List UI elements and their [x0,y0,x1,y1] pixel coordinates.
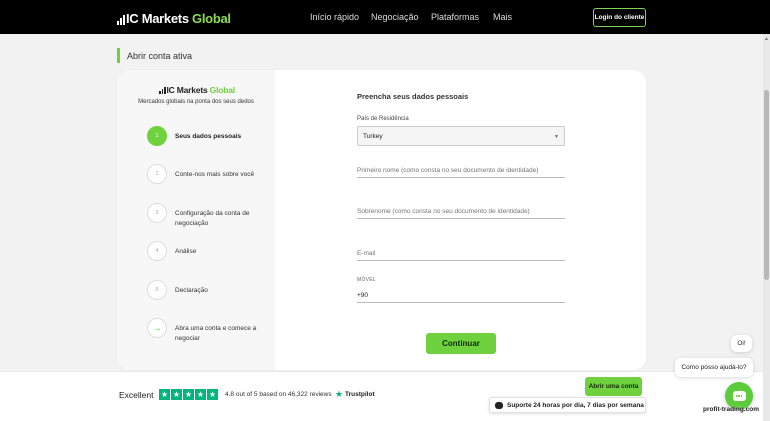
step-number: 1 [147,126,167,146]
step-account-config: 3 Configuração da conta de negociação [147,203,263,228]
page-title: Abrir conta ativa [127,51,193,61]
nav-link-platforms[interactable]: Plataformas [431,12,479,22]
star-icon: ★ [171,389,182,400]
trust-footer [0,371,763,421]
step-label: Configuração da conta de negociação [175,210,250,227]
tagline: Mercados globais na ponta dos seus dedos [138,99,254,105]
logo-bars-icon [159,87,166,94]
brand-logo[interactable]: IC Markets Global [117,10,231,25]
logo-bars-icon [117,13,125,25]
email-input[interactable] [357,247,565,261]
chat-greeting-bubble[interactable]: Oi! [731,335,752,352]
nav-link-trading[interactable]: Negociação [371,12,419,22]
step-open-account: → Abra uma conta e comece a negociar [147,318,263,343]
step-label: Análise [175,248,197,255]
star-icon: ★ [207,389,218,400]
card-brand-logo: IC Markets Global [159,86,235,94]
chevron-down-icon: ▼ [554,134,559,140]
step-label: Seus dados pessoais [175,133,242,140]
mobile-label: MÓVEL [357,277,377,283]
step-number: 2 [147,164,167,184]
scrollbar-thumb[interactable] [764,90,769,280]
chat-icon [732,391,746,401]
first-name-input[interactable] [357,164,565,178]
step-label: Conte-nos mais sobre você [175,171,255,178]
nav-link-more[interactable]: Mais [493,12,512,22]
star-icon: ★ [183,389,194,400]
arrow-right-icon: → [147,318,167,338]
step-declaration: 5 Declaração [147,280,263,300]
step-analysis: 4 Análise [147,241,263,261]
rating-excellent: Excellent [119,390,154,400]
step-tell-us-more: 2 Conte-nos mais sobre você [147,164,263,184]
open-account-button[interactable]: Abrir uma conta [585,377,642,396]
form-heading: Preencha seus dados pessoais [357,92,469,101]
top-nav: IC Markets Global Início rápido Negociaç… [0,0,770,34]
trustpilot-star-icon: ★ [335,389,344,399]
step-number: 3 [147,203,167,223]
chat-bubble-icon [495,401,503,409]
step-personal-details: 1 Seus dados pessoais [147,126,263,146]
scroll-up-icon[interactable]: ▲ [764,36,769,42]
steps-panel: IC Markets Global Mercados globais na po… [117,70,275,370]
card-brand-name: IC Markets [166,85,208,95]
client-login-button[interactable]: Login do cliente [593,8,646,27]
step-label: Abra uma conta e comece a negociar [175,325,257,342]
star-icon: ★ [159,389,170,400]
trustpilot-logo[interactable]: Trustpilot [345,391,375,398]
step-label: Declaração [175,287,208,294]
trustpilot-stars: ★ ★ ★ ★ ★ [159,389,218,400]
support-text: Suporte 24 horas por dia, 7 dias por sem… [507,401,644,409]
country-value: Turkey [363,132,383,140]
star-icon: ★ [195,389,206,400]
rating-summary: 4.8 out of 5 based on 46,322 reviews [225,391,332,398]
nav-link-quick-start[interactable]: Início rápido [310,12,359,22]
chat-prompt-bubble[interactable]: Como posso ajudá-lo? [675,358,753,377]
step-number: 5 [147,280,167,300]
registration-card: IC Markets Global Mercados globais na po… [117,70,646,370]
last-name-input[interactable] [357,205,565,219]
card-brand-suffix: Global [207,85,235,95]
country-label: País de Residência [357,116,409,122]
step-number: 4 [147,241,167,261]
mobile-input[interactable] [357,289,565,303]
country-select[interactable]: Turkey ▼ [357,126,565,146]
page-scrollbar[interactable]: ▲ [763,34,770,421]
title-accent-bar [117,48,120,63]
continue-button[interactable]: Continuar [426,333,496,354]
brand-suffix: Global [188,11,231,26]
brand-name: IC Markets [126,11,189,26]
watermark: profit-trading.com [703,406,759,413]
support-badge[interactable]: Suporte 24 horas por dia, 7 dias por sem… [489,397,646,413]
